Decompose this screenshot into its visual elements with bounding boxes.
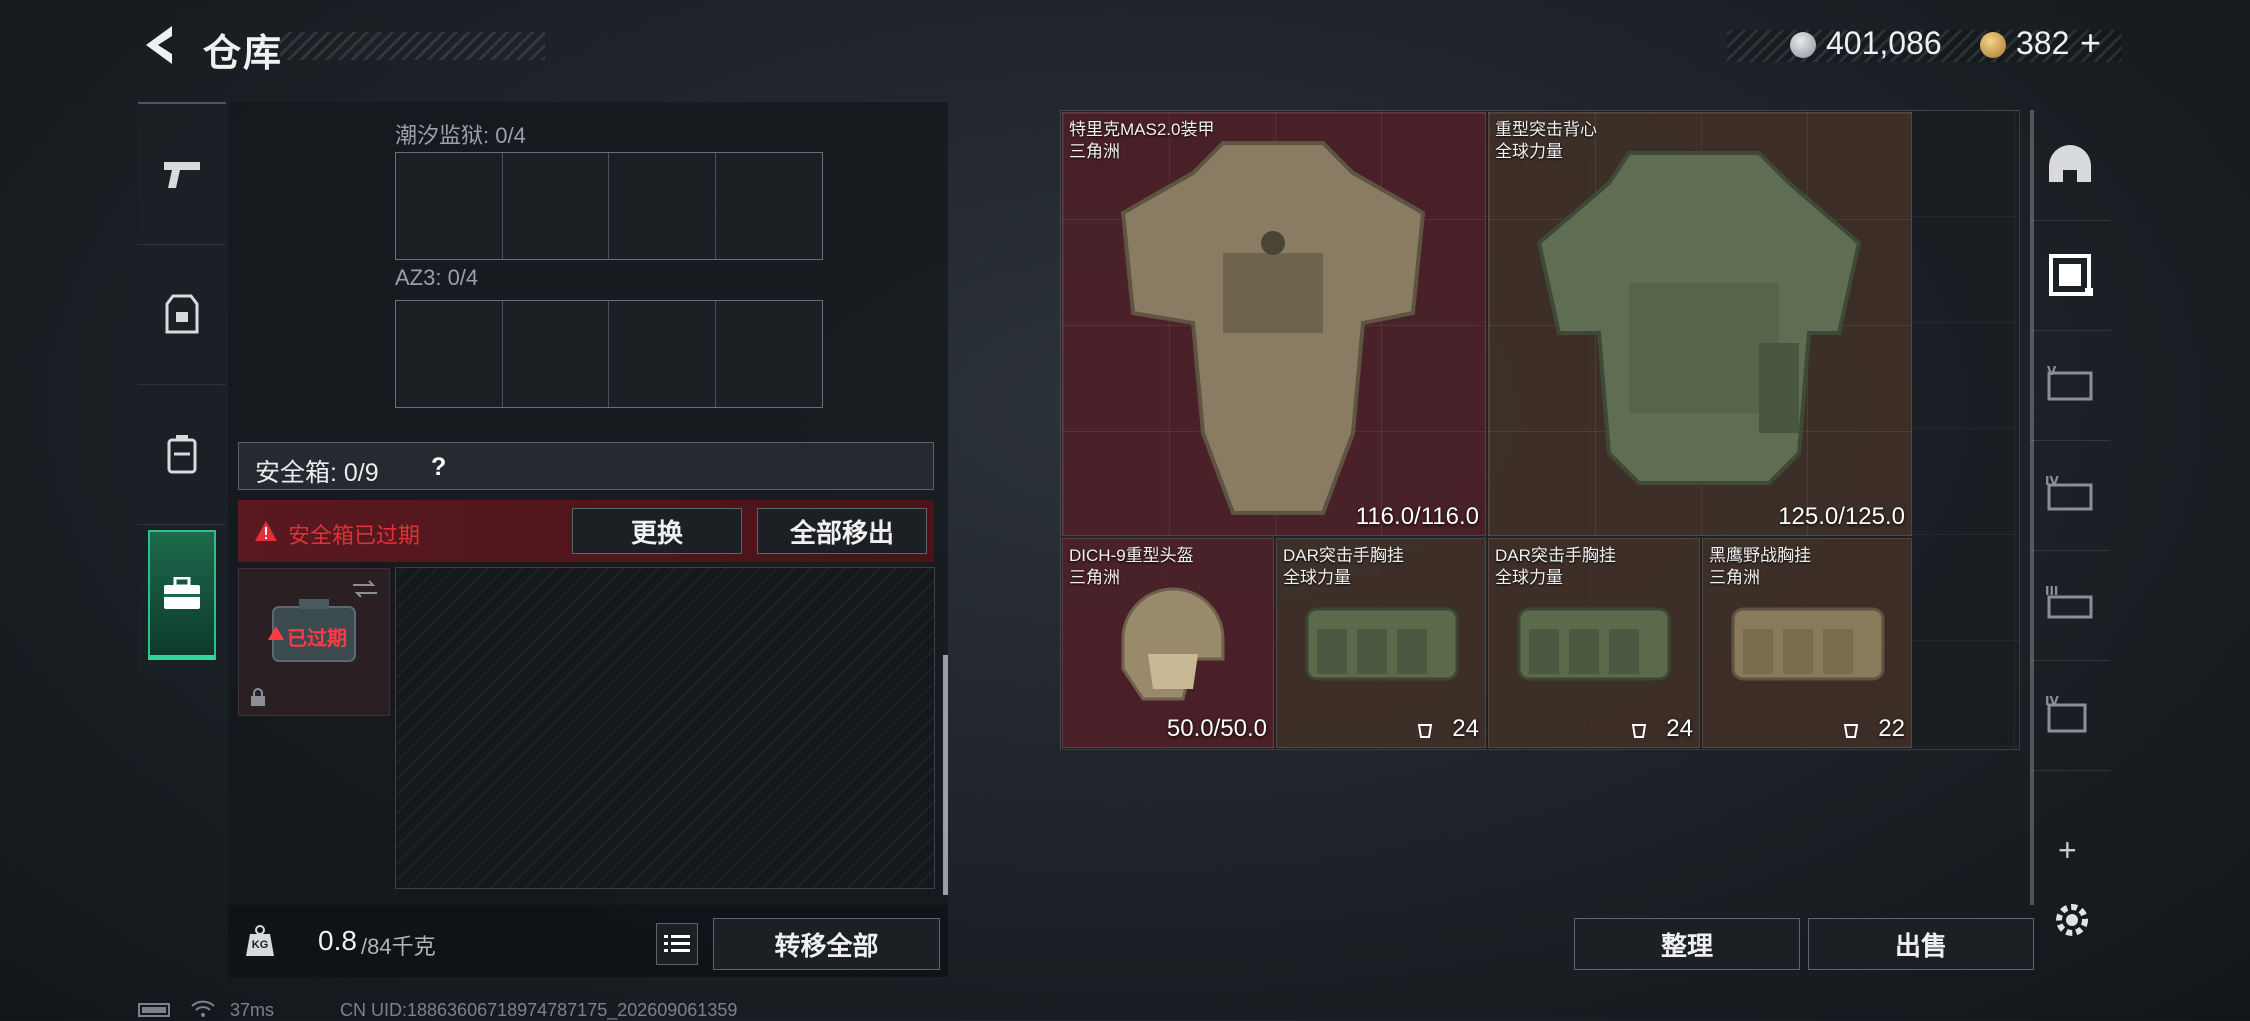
armor-slot-tab[interactable] <box>2030 220 2110 331</box>
battery-icon <box>138 1003 170 1017</box>
svg-text:IV: IV <box>2045 474 2059 488</box>
item-durability: 116.0/116.0 <box>1355 503 1479 530</box>
rig-icon: IV <box>2045 694 2087 733</box>
item-card-helmet[interactable]: DICH-9重型头盔 三角洲 50.0/50.0 <box>1062 538 1274 748</box>
item-card-dar-rig-2[interactable]: DAR突击手胸挂 全球力量 24 <box>1488 538 1700 748</box>
swap-icon[interactable] <box>351 579 379 599</box>
rig-v-slot-tab[interactable]: V <box>2030 330 2110 441</box>
add-slot-button[interactable]: + <box>2058 832 2077 869</box>
rig-icon: IV <box>2045 474 2093 511</box>
list-view-button[interactable] <box>656 923 698 965</box>
item-card-dar-rig-1[interactable]: DAR突击手胸挂 全球力量 24 <box>1276 538 1486 748</box>
title-decoration <box>280 32 545 60</box>
silver-amount: 401,086 <box>1826 25 1942 61</box>
svg-text:IV: IV <box>2045 694 2059 708</box>
slot-label-tide-prison: 潮汐监狱: 0/4 <box>395 123 526 148</box>
transfer-all-button[interactable]: 转移全部 <box>713 918 940 970</box>
page-title: 仓库 <box>203 33 284 75</box>
rig-iv2-slot-tab[interactable]: IV <box>2030 660 2110 771</box>
item-card-armor-mas[interactable]: 特里克MAS2.0装甲 三角洲 116.0/116.0 <box>1062 112 1486 536</box>
pistol-icon <box>164 162 200 188</box>
safe-box-grid[interactable] <box>395 567 935 889</box>
item-origin: 三角洲 <box>1069 568 1120 587</box>
helmet-image <box>1121 587 1225 701</box>
item-durability: 50.0/50.0 <box>1166 715 1267 742</box>
briefcase-icon <box>164 576 200 609</box>
item-name: DICH-9重型头盔 <box>1069 546 1194 565</box>
armor-tab[interactable] <box>138 244 226 385</box>
item-origin: 三角洲 <box>1069 142 1120 161</box>
backpack-icon <box>167 435 197 474</box>
chest-rig-image <box>1517 607 1671 681</box>
weight-current: 0.8 <box>318 925 357 956</box>
item-capacity: 24 <box>1452 715 1479 742</box>
backpack-tab[interactable] <box>138 384 226 525</box>
tide-prison-grid[interactable] <box>395 152 823 260</box>
replace-button[interactable]: 更换 <box>572 508 742 554</box>
item-name: 黑鹰野战胸挂 <box>1709 546 1811 565</box>
item-capacity: 24 <box>1666 715 1693 742</box>
silver-coin-icon <box>1790 32 1816 58</box>
svg-text:V: V <box>2047 364 2057 378</box>
expired-warning-text: 安全箱已过期 <box>288 523 421 548</box>
gold-coin-icon <box>1980 32 2006 58</box>
item-card-heavy-vest[interactable]: 重型突击背心 全球力量 125.0/125.0 <box>1488 112 1912 536</box>
equipment-nav: V IV III IV + <box>2030 110 2110 890</box>
svg-text:III: III <box>2045 584 2058 598</box>
item-origin: 三角洲 <box>1709 568 1760 587</box>
back-arrow-icon[interactable] <box>138 22 184 68</box>
rig-icon: III <box>2045 584 2093 619</box>
item-name: 特里克MAS2.0装甲 <box>1069 120 1215 139</box>
weapons-tab[interactable] <box>138 104 226 245</box>
gold-amount: 382 <box>2016 25 2070 61</box>
weight-max: /84千克 <box>361 934 436 959</box>
vest-image <box>1536 151 1862 485</box>
help-icon[interactable]: ? <box>431 453 446 482</box>
capacity-icon <box>1631 724 1647 738</box>
rig-icon: V <box>2047 364 2093 401</box>
item-name: DAR突击手胸挂 <box>1495 546 1616 565</box>
expired-badge: 已过期 <box>287 628 347 650</box>
safe-box-header: 安全箱: 0/9 ? <box>238 442 934 490</box>
az3-grid[interactable] <box>395 300 823 408</box>
safe-case-thumbnail[interactable]: 已过期 <box>238 568 390 716</box>
expired-warning-icon <box>268 626 284 640</box>
chest-rig-image <box>1305 607 1459 681</box>
helmet-icon <box>2049 145 2091 182</box>
wifi-icon <box>191 1000 215 1017</box>
list-icon <box>664 935 690 952</box>
remove-all-button[interactable]: 全部移出 <box>757 508 927 554</box>
uid-text: CN UID:18863606718974787175_202609061359 <box>340 1000 738 1020</box>
helmet-slot-tab[interactable] <box>2030 110 2110 221</box>
gear-icon[interactable] <box>2052 900 2092 940</box>
capacity-icon <box>1843 724 1859 738</box>
ping-text: 37ms <box>230 1000 275 1020</box>
armor-icon <box>2049 254 2093 296</box>
item-origin: 全球力量 <box>1495 568 1563 587</box>
armor-image <box>1120 141 1426 515</box>
item-capacity: 22 <box>1878 715 1905 742</box>
item-name: 重型突击背心 <box>1495 120 1597 139</box>
chest-rig-image <box>1731 607 1885 681</box>
add-currency-button[interactable]: + <box>2080 22 2101 64</box>
vest-icon <box>165 294 199 334</box>
item-origin: 全球力量 <box>1283 568 1351 587</box>
warning-icon <box>255 521 277 541</box>
item-card-blackhawk-rig[interactable]: 黑鹰野战胸挂 三角洲 22 <box>1702 538 1912 748</box>
slot-label-az3: AZ3: 0/4 <box>395 265 479 290</box>
sort-button[interactable]: 整理 <box>1574 918 1800 970</box>
safe-box-label: 安全箱: 0/9 <box>255 459 379 487</box>
capacity-icon <box>1417 724 1433 738</box>
rig-iv-slot-tab[interactable]: IV <box>2030 440 2110 551</box>
sell-button[interactable]: 出售 <box>1808 918 2034 970</box>
scrollbar[interactable] <box>943 655 948 895</box>
item-durability: 125.0/125.0 <box>1778 503 1905 530</box>
rig-iii-slot-tab[interactable]: III <box>2030 550 2110 661</box>
item-origin: 全球力量 <box>1495 142 1563 161</box>
lock-icon <box>251 688 265 706</box>
safe-box-tab[interactable] <box>148 530 216 660</box>
weight-icon-label: KG <box>251 939 269 951</box>
item-name: DAR突击手胸挂 <box>1283 546 1404 565</box>
